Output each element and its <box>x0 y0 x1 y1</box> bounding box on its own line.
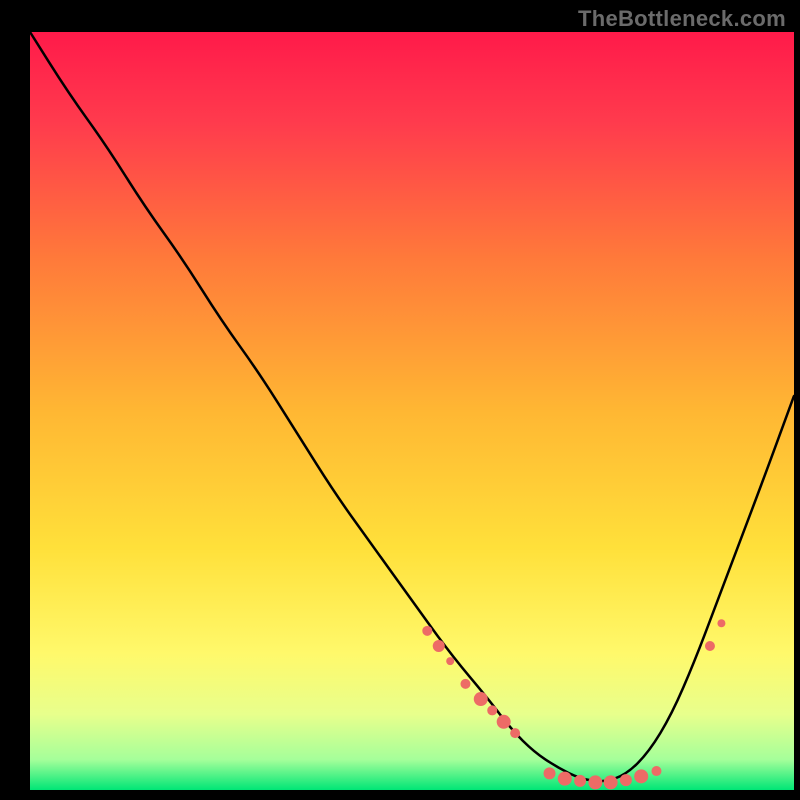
plot-background <box>30 32 794 790</box>
curve-marker <box>604 775 618 789</box>
curve-marker <box>497 715 511 729</box>
curve-marker <box>446 657 454 665</box>
curve-marker <box>487 705 497 715</box>
brand-watermark: TheBottleneck.com <box>578 6 786 32</box>
curve-marker <box>558 772 572 786</box>
curve-marker <box>620 774 632 786</box>
curve-marker <box>705 641 715 651</box>
curve-marker <box>717 619 725 627</box>
curve-marker <box>474 692 488 706</box>
curve-marker <box>574 775 586 787</box>
curve-marker <box>510 728 520 738</box>
curve-marker <box>544 767 556 779</box>
curve-marker <box>433 640 445 652</box>
curve-marker <box>460 679 470 689</box>
curve-marker <box>651 766 661 776</box>
curve-marker <box>588 775 602 789</box>
chart-container: { "header": { "brand": "TheBottleneck.co… <box>0 0 800 800</box>
bottleneck-chart <box>0 0 800 800</box>
curve-marker <box>634 769 648 783</box>
curve-marker <box>422 626 432 636</box>
